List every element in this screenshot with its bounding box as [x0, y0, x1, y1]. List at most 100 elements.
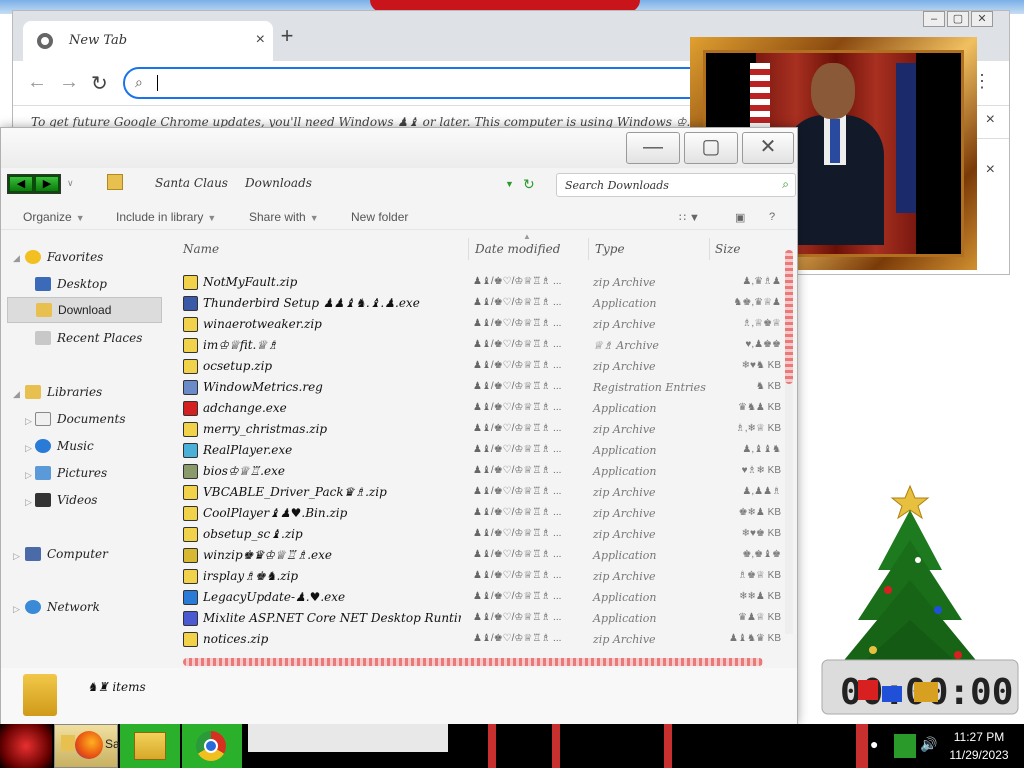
file-size: ♟,♟♟♗: [742, 486, 781, 497]
breadcrumb-downloads[interactable]: Downloads: [245, 176, 312, 190]
history-dropdown-icon[interactable]: ∨: [67, 178, 74, 189]
taskbar-chrome[interactable]: [182, 724, 242, 768]
help-icon[interactable]: ?: [769, 211, 775, 223]
file-globe-icon: [183, 590, 198, 605]
tray-dot-icon[interactable]: ●: [870, 736, 878, 768]
file-row[interactable]: VBCABLE_Driver_Pack♛♗.zip ♟♝/♚♡/♔♕♖♗ ... z…: [181, 482, 787, 503]
file-row[interactable]: Mixlite ASP.NET Core NET Desktop Runtime…: [181, 608, 787, 629]
collapse-arrow-icon[interactable]: ▷: [25, 416, 32, 427]
file-row[interactable]: Thunderbird Setup ♟♟♝♞.♝.♟.exe ♟♝/♚♡/♔♕♖♗…: [181, 293, 787, 314]
search-icon[interactable]: ⌕: [782, 177, 789, 192]
new-folder-button[interactable]: New folder: [351, 210, 408, 224]
taskbar-search-box[interactable]: [248, 724, 448, 752]
nav-recent-places[interactable]: Recent Places: [35, 328, 142, 348]
chrome-close-button[interactable]: ✕: [971, 11, 993, 27]
music-icon: [35, 439, 51, 453]
nav-network[interactable]: Network: [25, 597, 100, 617]
file-row[interactable]: LegacyUpdate-♟.♥.exe ♟♝/♚♡/♔♕♖♗ ... Applic…: [181, 587, 787, 608]
collapse-arrow-icon[interactable]: ▷: [25, 497, 32, 508]
view-options-icon[interactable]: ∷ ▼: [679, 211, 700, 224]
collapse-arrow-icon[interactable]: ▷: [13, 551, 20, 562]
file-name: ocsetup.zip: [203, 359, 273, 373]
column-type[interactable]: Type: [595, 242, 625, 256]
nav-libraries[interactable]: Libraries: [25, 382, 102, 402]
file-size: ♗♚♕ KB: [737, 570, 781, 581]
column-date-modified[interactable]: Date modified: [475, 242, 560, 256]
nav-computer[interactable]: Computer: [25, 544, 108, 564]
column-size[interactable]: Size: [715, 242, 740, 256]
chrome-tab-new-tab[interactable]: New Tab ×: [23, 21, 273, 61]
file-row[interactable]: obsetup_sc♝.zip ♟♝/♚♡/♔♕♖♗ ... zip Archive…: [181, 524, 787, 545]
column-name[interactable]: Name: [183, 242, 219, 256]
vertical-scroll-thumb[interactable]: [785, 250, 793, 384]
organize-button[interactable]: Organize ▼: [23, 210, 85, 224]
file-row[interactable]: adchange.exe ♟♝/♚♡/♔♕♖♗ ... Application ♛♞♟…: [181, 398, 787, 419]
file-date: ♟♝/♚♡/♔♕♖♗ ...: [473, 528, 562, 539]
search-input[interactable]: Search Downloads ⌕: [556, 173, 796, 197]
preview-pane-icon[interactable]: ▣: [735, 211, 745, 224]
file-type: zip Archive: [593, 633, 656, 646]
breadcrumb-santa-claus[interactable]: Santa Claus: [155, 176, 228, 190]
file-row[interactable]: im♔♕fit.♕♗ ♟♝/♚♡/♔♕♖♗ ... ♕♗ Archive ♥,♟♚♚: [181, 335, 787, 356]
vertical-scrollbar[interactable]: [785, 250, 793, 634]
videos-icon: [35, 493, 51, 507]
expand-arrow-icon[interactable]: ◢: [13, 389, 20, 400]
file-row[interactable]: winzip♚♛♔♕♖♗.exe ♟♝/♚♡/♔♕♖♗ ... Applicatio…: [181, 545, 787, 566]
start-button-santa[interactable]: [0, 724, 52, 768]
network-tray-icon[interactable]: [894, 734, 916, 758]
expand-arrow-icon[interactable]: ◢: [13, 253, 20, 264]
collapse-arrow-icon[interactable]: ▷: [25, 470, 32, 481]
nav-pictures[interactable]: Pictures: [35, 463, 107, 483]
explorer-minimize-button[interactable]: —: [626, 132, 680, 164]
details-pane: ♞♜ items: [1, 668, 797, 725]
file-row[interactable]: merry_christmas.zip ♟♝/♚♡/♔♕♖♗ ... zip Arc…: [181, 419, 787, 440]
file-zip-icon: [183, 506, 198, 521]
refresh-icon[interactable]: ↻: [523, 176, 535, 193]
chrome-minimize-button[interactable]: –: [923, 11, 945, 27]
file-row[interactable]: notices.zip ♟♝/♚♡/♔♕♖♗ ... zip Archive ♟♝♞♛…: [181, 629, 787, 650]
forward-arrow-icon[interactable]: →: [59, 71, 79, 94]
file-row[interactable]: WindowMetrics.reg ♟♝/♚♡/♔♕♖♗ ... Registrat…: [181, 377, 787, 398]
collapse-arrow-icon[interactable]: ▷: [25, 443, 32, 454]
file-name: Mixlite ASP.NET Core NET Desktop Runtime…: [203, 611, 461, 625]
file-row[interactable]: winaerotweaker.zip ♟♝/♚♡/♔♕♖♗ ... zip Arch…: [181, 314, 787, 335]
explorer-close-button[interactable]: ✕: [742, 132, 794, 164]
back-arrow-icon[interactable]: ←: [27, 71, 47, 94]
nav-desktop[interactable]: Desktop: [35, 274, 107, 294]
taskbar-explorer-firefox[interactable]: Sa: [54, 724, 120, 768]
new-tab-button[interactable]: +: [275, 23, 299, 49]
taskbar: Sa ● 🔊 11:27 PM 11/29/2023: [0, 724, 1024, 768]
chrome-window-controls: – ▢ ✕: [921, 11, 993, 27]
explorer-maximize-button[interactable]: ▢: [684, 132, 738, 164]
file-row[interactable]: ocsetup.zip ♟♝/♚♡/♔♕♖♗ ... zip Archive ❄♥♞ …: [181, 356, 787, 377]
file-type: Application: [593, 549, 657, 562]
omnibox-input[interactable]: ⌕: [123, 67, 723, 99]
volume-icon[interactable]: 🔊: [920, 736, 937, 768]
reload-icon[interactable]: ↻: [91, 71, 108, 96]
file-row[interactable]: bios♔♕♖.exe ♟♝/♚♡/♔♕♖♗ ... Application ♥♗❄ …: [181, 461, 787, 482]
clock[interactable]: 11:27 PM 11/29/2023: [944, 728, 1014, 768]
nav-favorites[interactable]: Favorites: [25, 247, 103, 267]
share-with-button[interactable]: Share with ▼: [249, 210, 319, 224]
file-row[interactable]: NotMyFault.zip ♟♝/♚♡/♔♕♖♗ ... zip Archive ♟…: [181, 272, 787, 293]
infobar-close-icon[interactable]: ×: [986, 111, 995, 129]
taskbar-file-explorer[interactable]: [120, 724, 180, 768]
file-row[interactable]: irsplay♗♚♞.zip ♟♝/♚♡/♔♕♖♗ ... zip Archive ♗…: [181, 566, 787, 587]
collapse-arrow-icon[interactable]: ▷: [13, 604, 20, 615]
file-row[interactable]: RealPlayer.exe ♟♝/♚♡/♔♕♖♗ ... Application ♟…: [181, 440, 787, 461]
nav-videos[interactable]: Videos: [35, 490, 97, 510]
nav-documents[interactable]: Documents: [35, 409, 125, 429]
explorer-forward-button[interactable]: ▶: [36, 177, 58, 191]
file-type: Application: [593, 465, 657, 478]
infobar-close-icon-2[interactable]: ×: [986, 161, 995, 179]
tab-close-icon[interactable]: ×: [256, 31, 265, 49]
horizontal-scrollbar[interactable]: [183, 658, 763, 666]
file-size: ♥♗❄ KB: [741, 465, 781, 476]
include-in-library-button[interactable]: Include in library ▼: [116, 210, 216, 224]
nav-music[interactable]: Music: [35, 436, 94, 456]
address-dropdown-icon[interactable]: ▼: [505, 179, 514, 189]
explorer-back-button[interactable]: ◀: [10, 177, 32, 191]
nav-download[interactable]: Download: [7, 297, 162, 323]
file-row[interactable]: CoolPlayer♝♟♥.Bin.zip ♟♝/♚♡/♔♕♖♗ ... zip A…: [181, 503, 787, 524]
chrome-maximize-button[interactable]: ▢: [947, 11, 969, 27]
